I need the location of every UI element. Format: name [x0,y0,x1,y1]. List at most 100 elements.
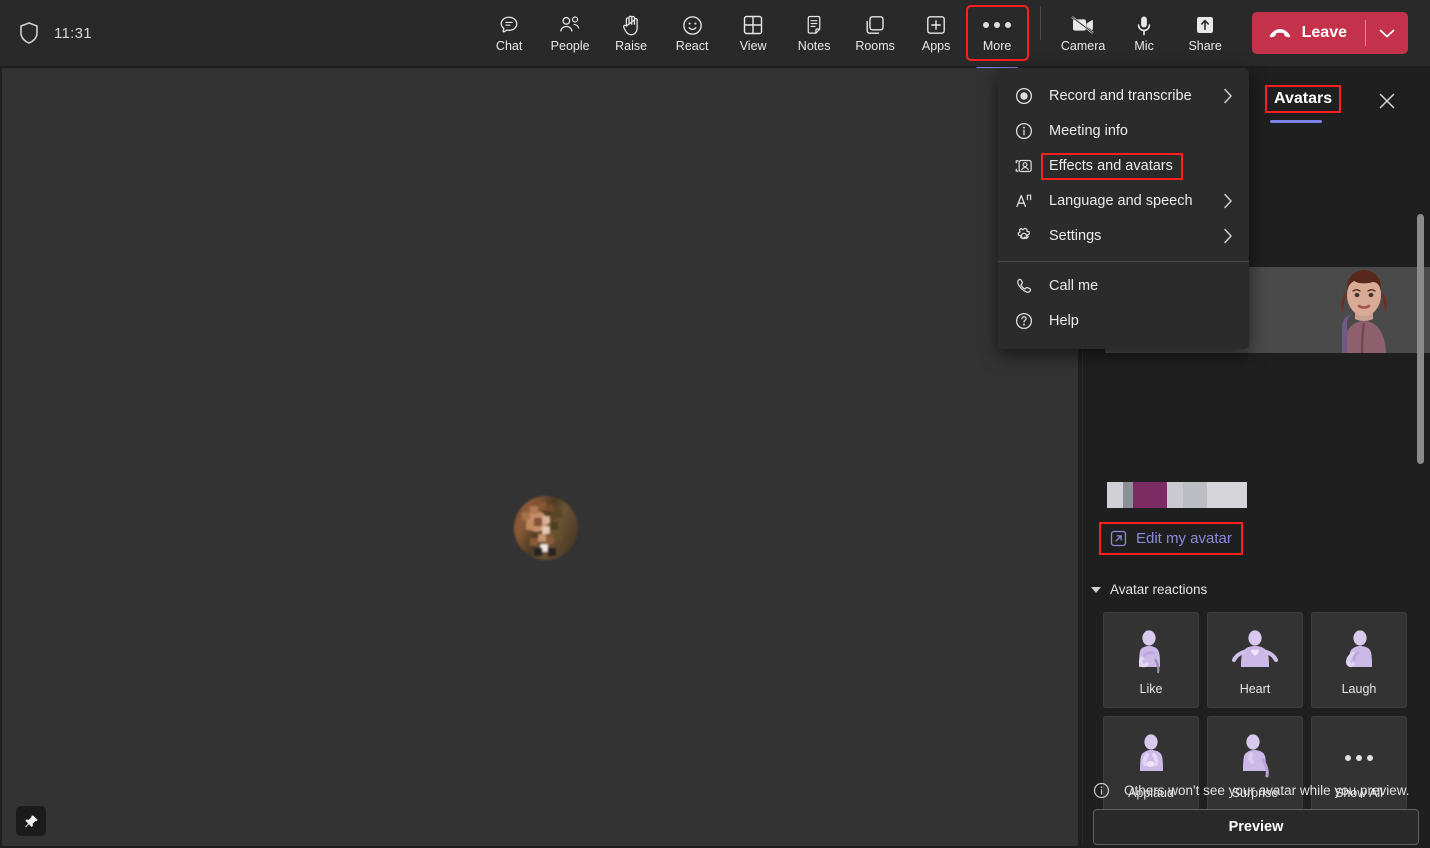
menu-item-effects-and-avatars[interactable]: Effects and avatars [998,148,1249,183]
more-ellipsis-icon [1312,731,1406,785]
toolbar-button-people[interactable]: People [540,6,601,60]
reaction-label: Like [1139,682,1163,696]
toolbar-button-label: More [982,39,1012,54]
reaction-tile-like[interactable]: Like [1103,612,1199,708]
toolbar-button-more[interactable]: More [965,5,1029,70]
tab-active-underline [1270,120,1322,123]
external-link-icon [1110,530,1127,547]
toolbar-button-apps[interactable]: Apps [906,6,967,60]
leave-options-button[interactable] [1366,12,1408,54]
avatar-surprise-figure [1208,731,1302,785]
info-circle-icon [1093,782,1110,799]
menu-item-label: Call me [1049,277,1099,294]
people-icon [558,13,582,37]
chevron-down-icon [1379,28,1395,39]
toolbar-left-group: 11:31 [0,21,479,45]
toolbar-button-label: Apps [921,39,951,54]
close-panel-button[interactable] [1374,88,1400,114]
leave-button[interactable]: Leave [1252,12,1365,54]
reaction-label: Heart [1239,682,1271,696]
toolbar-button-mic[interactable]: Mic [1114,6,1175,60]
menu-group-primary: Record and transcribe Meeting info Effec… [998,68,1249,253]
avatar-thumbnail-strip[interactable] [1107,482,1247,508]
help-circle-icon [1014,311,1033,330]
menu-divider [998,261,1249,262]
avatar-portrait [1312,267,1416,353]
menu-item-settings[interactable]: Settings [998,218,1249,253]
menu-item-call-me[interactable]: Call me [998,268,1249,303]
avatar-heart-figure [1208,627,1302,681]
close-icon [1377,91,1397,111]
share-up-arrow-icon [1194,13,1216,37]
menu-item-language-and-speech[interactable]: Language and speech [998,183,1249,218]
more-ellipsis-icon [983,13,1012,37]
mic-icon [1135,13,1153,37]
react-smiley-icon [681,13,704,37]
toolbar-button-view[interactable]: View [723,6,784,60]
phone-icon [1014,276,1033,295]
toolbar-divider [1039,6,1041,40]
toolbar-button-camera[interactable]: Camera [1053,6,1114,60]
preview-button[interactable]: Preview [1093,809,1419,845]
menu-item-help[interactable]: Help [998,303,1249,338]
toolbar-button-label: View [739,39,767,54]
toolbar-button-share[interactable]: Share [1175,6,1236,60]
toolbar-button-label: Notes [797,39,831,54]
toolbar-button-label: People [550,39,590,54]
tab-avatars[interactable]: Avatars [1264,85,1342,113]
menu-item-record-and-transcribe[interactable]: Record and transcribe [998,78,1249,113]
leave-meeting-control[interactable]: Leave [1251,12,1408,54]
meeting-toolbar: 11:31 Chat People Raise React View Notes… [0,0,1430,70]
toolbar-button-label: Chat [495,39,523,54]
menu-item-meeting-info[interactable]: Meeting info [998,113,1249,148]
panel-scrollbar[interactable] [1417,214,1424,464]
toolbar-button-label: React [675,39,709,54]
toolbar-actions: Chat People Raise React View Notes Rooms… [479,5,1236,70]
more-options-menu: Record and transcribe Meeting info Effec… [998,68,1249,349]
notes-icon [804,13,824,37]
toolbar-button-label: Raise [615,39,648,54]
preview-info-text: Others won't see your avatar while you p… [1124,783,1410,798]
avatar-laugh-figure [1312,627,1406,681]
menu-item-label: Meeting info [1049,122,1128,139]
meeting-clock: 11:31 [54,24,92,42]
preview-info-row: Others won't see your avatar while you p… [1093,782,1409,799]
toolbar-button-notes[interactable]: Notes [784,6,845,60]
menu-item-label: Help [1049,312,1079,329]
reaction-tile-laugh[interactable]: Laugh [1311,612,1407,708]
pin-button[interactable] [16,806,46,836]
menu-item-label: Language and speech [1049,192,1193,209]
view-grid-icon [742,13,764,37]
toolbar-button-label: Camera [1060,39,1106,54]
edit-my-avatar-link[interactable]: Edit my avatar [1099,522,1243,555]
toolbar-button-react[interactable]: React [662,6,723,60]
info-circle-icon [1014,121,1033,140]
avatar-like-figure [1104,627,1198,681]
teams-meeting-window: 11:31 Chat People Raise React View Notes… [0,0,1430,848]
avatar-applaud-figure [1104,731,1198,785]
blurred-participant-avatar [514,496,578,560]
chevron-down-icon [1091,586,1101,593]
rooms-icon [864,13,886,37]
shield-icon [18,21,40,45]
chat-icon [498,13,520,37]
hangup-phone-icon [1268,26,1292,40]
toolbar-button-label: Rooms [855,39,895,54]
effects-avatar-icon [1014,156,1033,175]
toolbar-button-label: Mic [1134,39,1154,54]
chevron-right-icon [1223,88,1233,104]
reaction-label: Laugh [1341,682,1377,696]
reaction-tile-heart[interactable]: Heart [1207,612,1303,708]
toolbar-button-label: Share [1188,39,1222,54]
chevron-right-icon [1223,228,1233,244]
toolbar-button-raise[interactable]: Raise [601,6,662,60]
video-stage [2,68,1078,846]
menu-item-label: Effects and avatars [1041,152,1183,180]
toolbar-button-chat[interactable]: Chat [479,6,540,60]
toolbar-right-group: Leave [1236,12,1430,54]
chevron-right-icon [1223,193,1233,209]
toolbar-button-rooms[interactable]: Rooms [845,6,906,60]
avatar-reactions-section-header[interactable]: Avatar reactions [1091,582,1207,597]
avatar-reactions-label: Avatar reactions [1110,582,1208,597]
leave-button-label: Leave [1301,24,1347,41]
